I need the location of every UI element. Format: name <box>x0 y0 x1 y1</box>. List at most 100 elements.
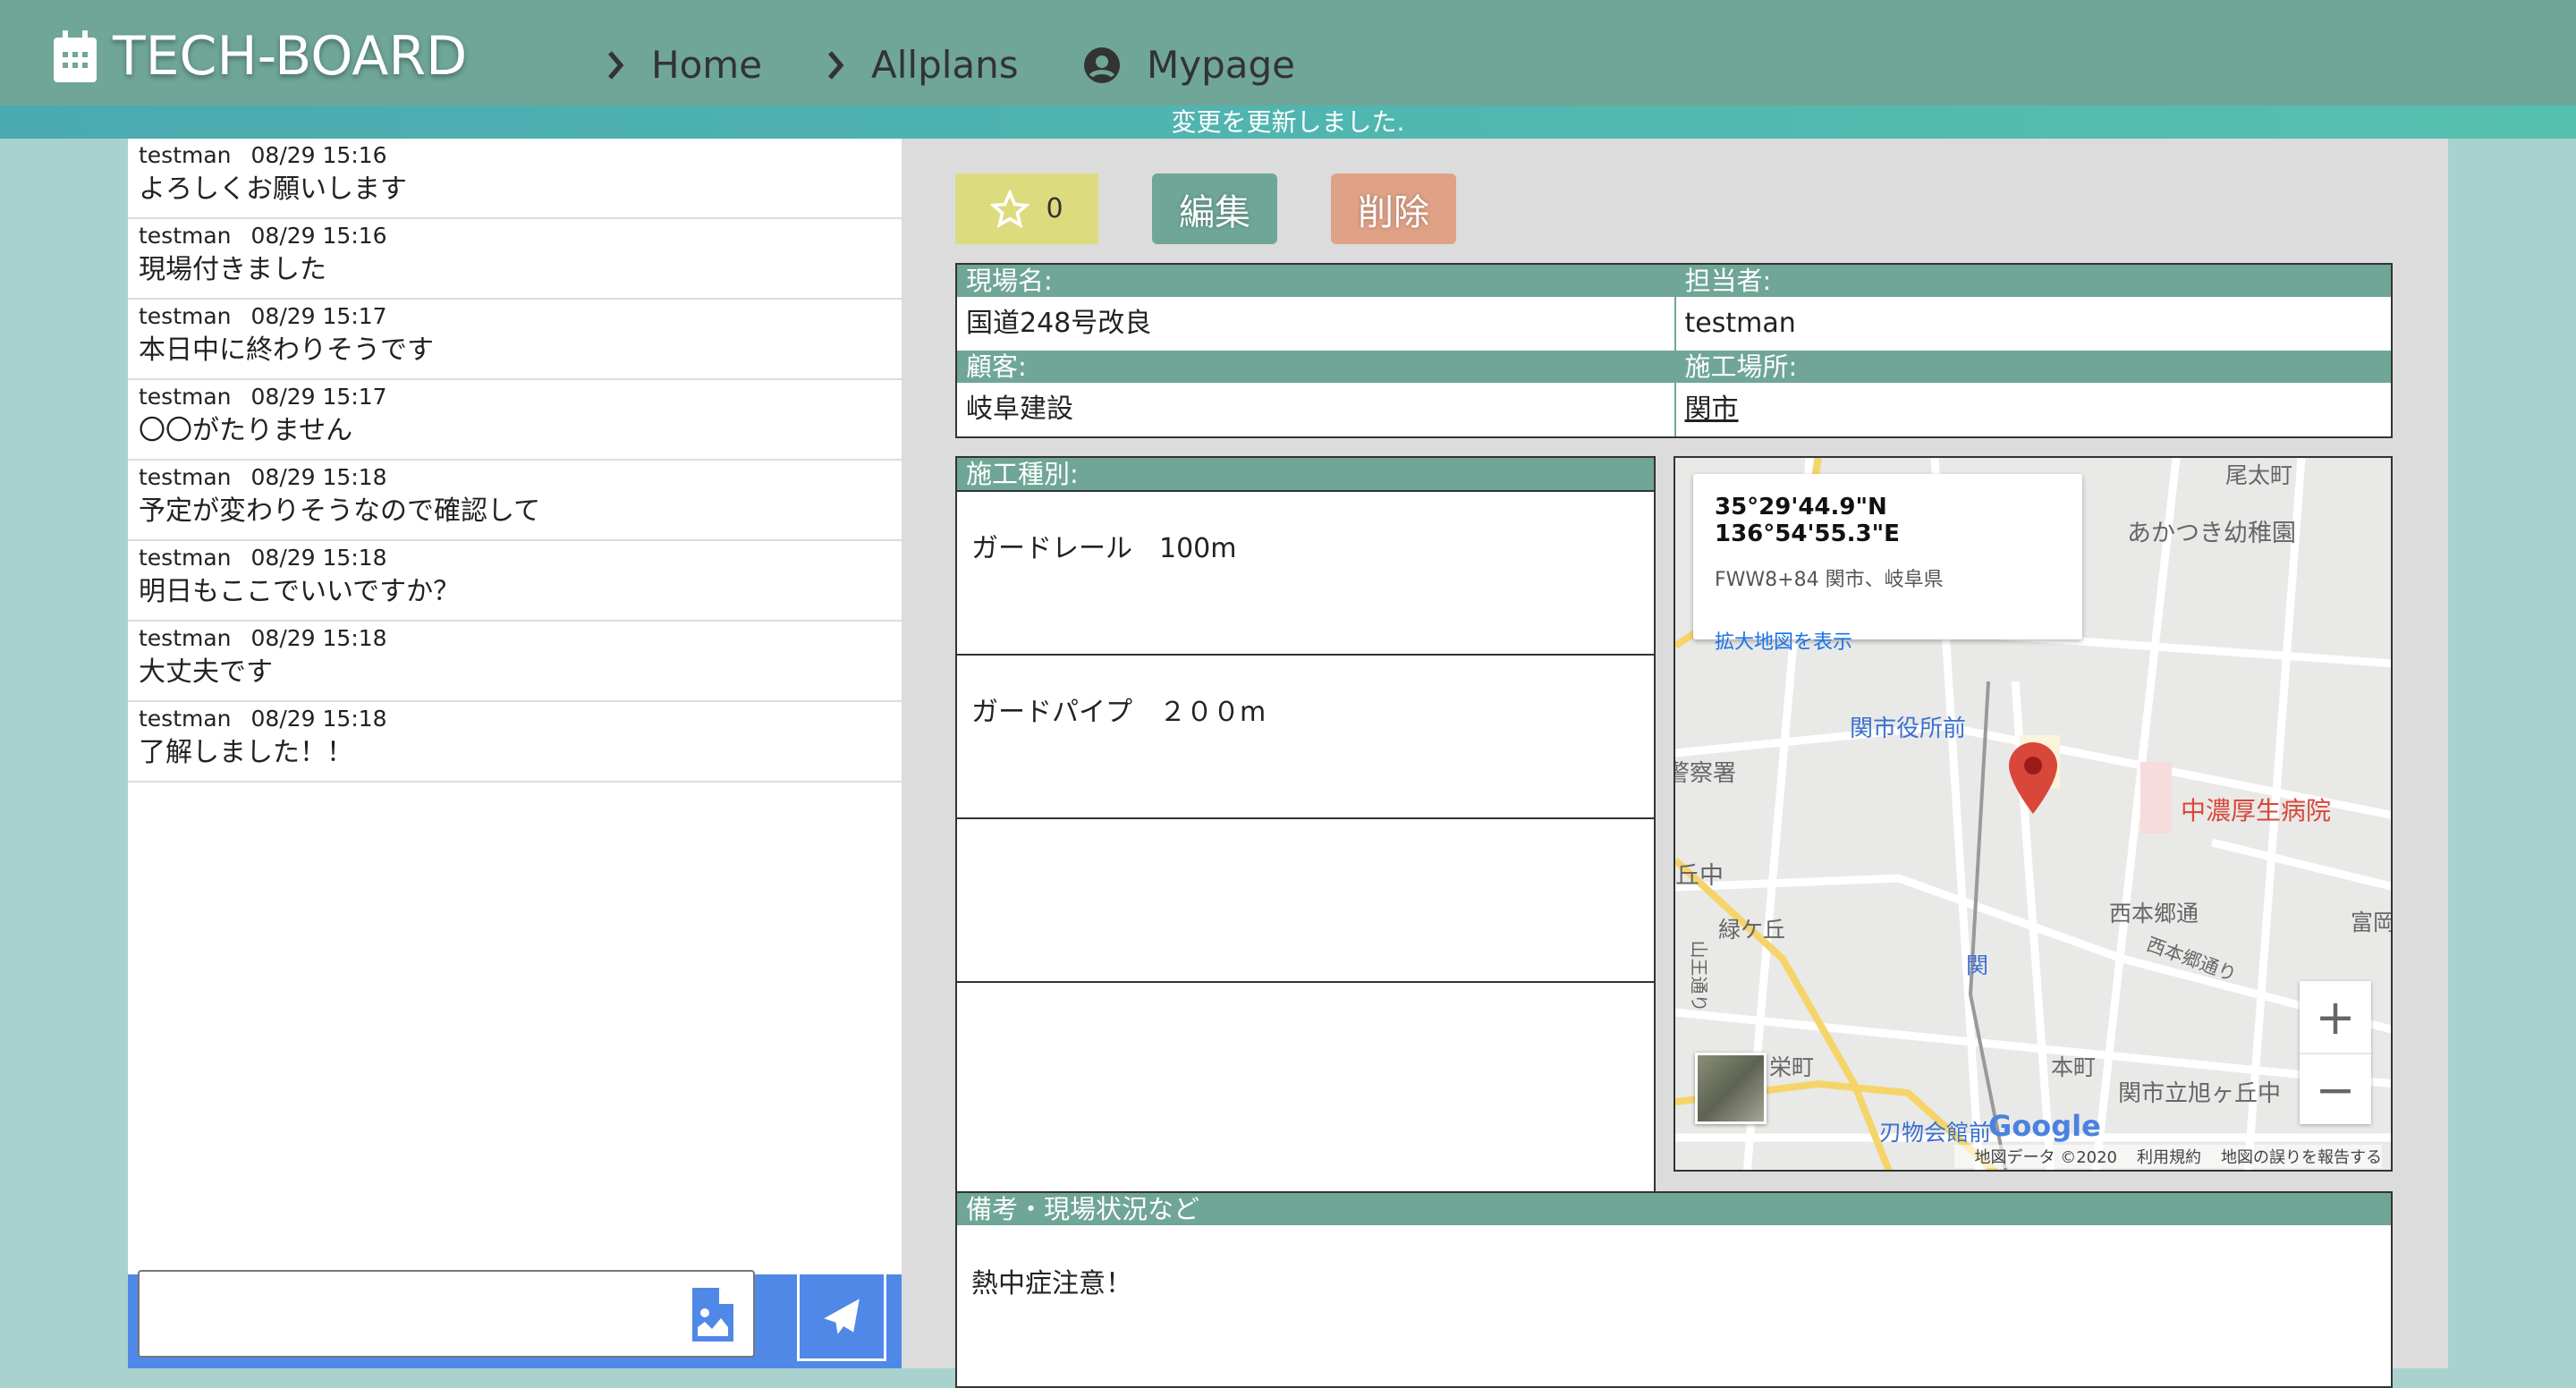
map-label: あかつき幼稚園 <box>2127 520 2296 547</box>
app-header: TECH-BOARD Home Allplans Mypage <box>0 0 2576 106</box>
paper-plane-icon <box>824 1299 860 1334</box>
message-user: testman <box>139 706 232 732</box>
image-upload-icon[interactable] <box>692 1288 733 1345</box>
satellite-toggle[interactable] <box>1695 1053 1767 1124</box>
google-logo: Google <box>1988 1109 2101 1143</box>
map-label: 栄町 <box>1769 1054 1815 1080</box>
user-circle-icon <box>1084 47 1120 83</box>
map-marker-icon <box>2009 742 2057 814</box>
message-time: 08/29 15:18 <box>250 706 387 732</box>
map-label: 本町 <box>2051 1054 2097 1080</box>
favorite-count: 0 <box>1046 193 1063 224</box>
client-label: 顧客: <box>957 351 1674 383</box>
nav-allplans-label: Allplans <box>871 43 1019 87</box>
terms-link[interactable]: 利用規約 <box>2137 1148 2201 1167</box>
map-label: 警察署 <box>1675 760 1737 787</box>
message-meta: testman 08/29 15:17 <box>139 382 891 412</box>
chat-message: testman 08/29 15:18 予定が変わりそうなので確認して <box>128 461 902 541</box>
chat-message: testman 08/29 15:18 明日もここでいいですか？ <box>128 541 902 622</box>
message-user: testman <box>139 223 232 249</box>
message-meta: testman 08/29 15:18 <box>139 462 891 493</box>
message-time: 08/29 15:18 <box>250 625 387 651</box>
chat-message: testman 08/29 15:18 了解しました！！ <box>128 702 902 783</box>
plan-detail: 0 編集 削除 現場名: 国道248号改良 担当者: testman 顧客: 岐阜建設… <box>902 139 2448 1388</box>
message-user: testman <box>139 303 232 329</box>
message-time: 08/29 15:17 <box>250 303 387 329</box>
message-time: 08/29 15:16 <box>250 223 387 249</box>
info-table: 現場名: 国道248号改良 担当者: testman 顧客: 岐阜建設 施工場所: 関市 <box>955 263 2393 438</box>
zoom-in-button[interactable]: + <box>2300 981 2371 1053</box>
chat-panel: testman 08/29 15:16 よろしくお願いします testman 08/29… <box>128 139 902 1368</box>
location-link[interactable]: 関市 <box>1676 383 2392 436</box>
message-text: 現場付きました <box>139 254 326 285</box>
remarks-box: 備考・現場状況など 熱中症注意！ <box>955 1191 2393 1388</box>
nav-home-label: Home <box>651 43 763 87</box>
nav-home[interactable]: Home <box>606 43 762 87</box>
work-type-row: ガードレール 100m <box>957 490 1654 654</box>
map-info-window: 35°29'44.9"N 136°54'55.3"E FWW8+84 関市、岐阜… <box>1693 474 2082 654</box>
map-data-text: 地図データ ©2020 <box>1974 1148 2117 1167</box>
chat-message: testman 08/29 15:16 現場付きました <box>128 219 902 300</box>
map-label: 緑ケ丘 <box>1718 917 1786 943</box>
calendar-icon <box>54 30 97 82</box>
map-coords: 35°29'44.9"N 136°54'55.3"E <box>1715 494 1900 547</box>
chat-input-bar <box>128 1270 902 1368</box>
app-title: TECH-BOARD <box>113 25 468 88</box>
site-name-value: 国道248号改良 <box>966 308 1152 339</box>
message-text: よろしくお願いします <box>139 174 407 205</box>
map-label: 丘中 <box>1675 862 1724 890</box>
map-label: 関市役所前 <box>1850 715 1967 742</box>
edit-button[interactable]: 編集 <box>1152 174 1277 244</box>
map-attribution: 地図データ ©2020 利用規約 地図の誤りを報告する <box>1954 1145 2382 1168</box>
work-type-row <box>957 817 1654 981</box>
message-user: testman <box>139 464 232 490</box>
nav-mypage[interactable]: Mypage <box>1084 43 1295 87</box>
message-list[interactable]: testman 08/29 15:16 よろしくお願いします testman 08/29… <box>128 139 902 783</box>
map[interactable]: 尾太町 あかつき幼稚園 関市役所前 警察署 中濃厚生病院 丘中 緑ケ丘 西本郷通… <box>1674 456 2393 1172</box>
nav-mypage-label: Mypage <box>1147 43 1295 87</box>
work-type-row: ガードパイプ ２００m <box>957 654 1654 817</box>
remarks-label: 備考・現場状況など <box>957 1193 2391 1225</box>
message-time: 08/29 15:18 <box>250 545 387 571</box>
client-value: 岐阜建設 <box>966 394 1073 425</box>
logo[interactable]: TECH-BOARD <box>52 25 467 88</box>
message-text: 予定が変わりそうなので確認して <box>139 495 541 527</box>
work-type-row <box>957 981 1654 1145</box>
message-time: 08/29 15:18 <box>250 464 387 490</box>
message-text: 本日中に終わりそうです <box>139 334 434 366</box>
chevron-right-icon <box>606 50 624 80</box>
map-label: 富岡 <box>2351 910 2393 935</box>
view-larger-map-link[interactable]: 拡大地図を表示 <box>1715 626 2061 655</box>
message-input[interactable] <box>138 1270 755 1358</box>
report-error-link[interactable]: 地図の誤りを報告する <box>2221 1148 2382 1167</box>
message-user: testman <box>139 545 232 571</box>
remarks-text: 熱中症注意！ <box>971 1268 1132 1299</box>
message-text: 〇〇がたりません <box>139 415 353 446</box>
update-notice: 変更を更新しました. <box>0 106 2576 139</box>
message-meta: testman 08/29 15:18 <box>139 623 891 654</box>
work-type-label: 施工種別: <box>957 458 1654 490</box>
star-icon <box>990 189 1030 228</box>
message-text: 了解しました！！ <box>139 737 353 768</box>
zoom-out-button[interactable]: − <box>2300 1053 2371 1124</box>
map-address: FWW8+84 関市、岐阜県 <box>1715 569 1944 591</box>
nav-allplans[interactable]: Allplans <box>826 43 1019 87</box>
message-user: testman <box>139 142 232 168</box>
map-label: 尾太町 <box>2225 462 2293 488</box>
map-label: 関市立旭ヶ丘中 <box>2118 1080 2282 1107</box>
message-time: 08/29 15:17 <box>250 384 387 410</box>
map-label: 西本郷通 <box>2109 901 2199 927</box>
message-meta: testman 08/29 15:17 <box>139 301 891 332</box>
message-time: 08/29 15:16 <box>250 142 387 168</box>
delete-button[interactable]: 削除 <box>1331 174 1456 244</box>
message-text: 明日もここでいいですか？ <box>139 576 461 607</box>
message-user: testman <box>139 625 232 651</box>
chevron-right-icon <box>826 50 844 80</box>
work-type-box: 施工種別: ガードレール 100m ガードパイプ ２００m <box>955 456 1656 1284</box>
map-label: 刃物会館前 <box>1879 1120 1992 1146</box>
map-label: 関 <box>1966 952 1989 978</box>
map-label: 中濃厚生病院 <box>2181 796 2332 825</box>
chat-message: testman 08/29 15:17 〇〇がたりません <box>128 380 902 461</box>
send-button[interactable] <box>797 1272 886 1361</box>
favorite-button[interactable]: 0 <box>955 174 1098 244</box>
